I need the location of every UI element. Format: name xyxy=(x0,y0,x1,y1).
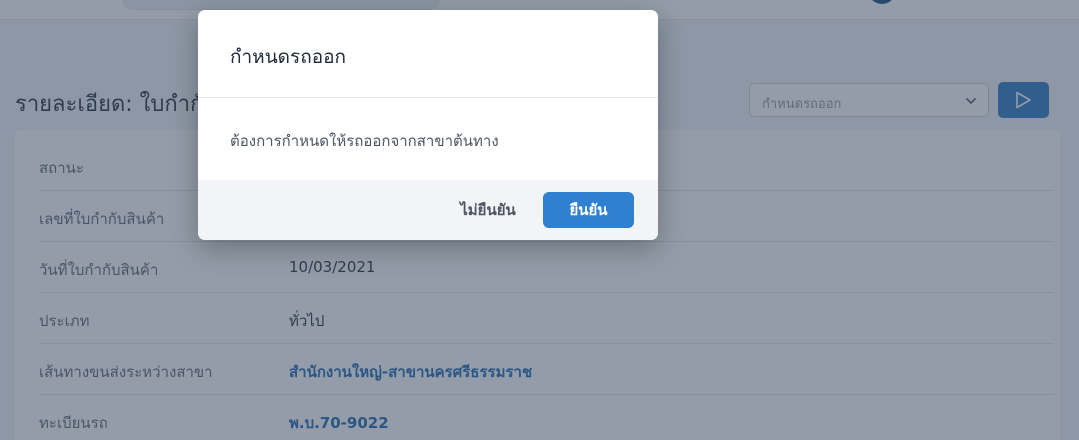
cancel-button[interactable]: ไม่ยืนยัน xyxy=(446,192,530,228)
confirm-dialog: กำหนดรถออก ต้องการกำหนดให้รถออกจากสาขาต้… xyxy=(198,10,658,240)
dialog-message: ต้องการกำหนดให้รถออกจากสาขาต้นทาง xyxy=(230,132,499,150)
dialog-title: กำหนดรถออก xyxy=(230,46,347,68)
confirm-button[interactable]: ยืนยัน xyxy=(543,192,634,228)
dialog-header: กำหนดรถออก xyxy=(198,10,658,98)
dialog-body: ต้องการกำหนดให้รถออกจากสาขาต้นทาง xyxy=(198,98,658,180)
dialog-footer: ไม่ยืนยัน ยืนยัน xyxy=(198,180,658,240)
